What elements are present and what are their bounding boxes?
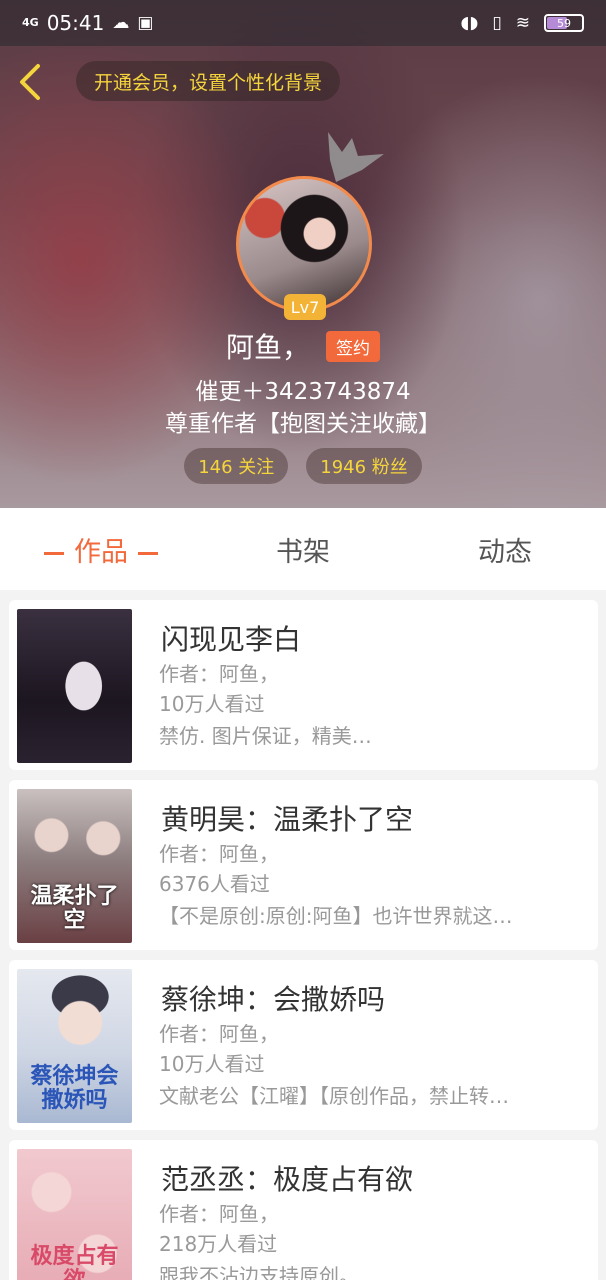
work-description: 文献老公【江曜】【原创作品，禁止转… bbox=[159, 1084, 509, 1108]
work-views: 6376人看过 bbox=[159, 872, 270, 896]
cover-text: 蔡徐坤会撒娇吗 bbox=[30, 1064, 119, 1113]
battery-level: 59 bbox=[557, 16, 571, 30]
tab-works-label: 作品 bbox=[74, 536, 128, 568]
user-name: 阿鱼， bbox=[225, 331, 310, 364]
crown-icon bbox=[328, 132, 384, 182]
tab-activity-label: 动态 bbox=[478, 536, 532, 568]
battery-icon: 59 bbox=[544, 14, 584, 32]
work-author: 作者：阿鱼， bbox=[159, 1202, 279, 1226]
status-bar: 4G 05:41 ☁ ▣ ◖◗ ▯ ≋ 59 bbox=[0, 0, 606, 46]
status-time: 05:41 bbox=[46, 11, 105, 35]
work-description: 跟我不沾边支持原创。 bbox=[159, 1264, 359, 1280]
work-views: 218万人看过 bbox=[159, 1232, 278, 1256]
work-card[interactable]: 闪现见李白 作者：阿鱼， 10万人看过 禁仿. 图片保证，精美… bbox=[9, 600, 598, 770]
work-title[interactable]: 闪现见李白 bbox=[161, 618, 301, 658]
notification-icon: ▣ bbox=[137, 13, 154, 33]
book-cover[interactable]: 极度占有欲 bbox=[17, 1149, 132, 1280]
following-count-button[interactable]: 146 关注 bbox=[184, 448, 289, 484]
bio-line-1: 催更＋3423743874 bbox=[195, 379, 411, 405]
network-indicator: 4G bbox=[22, 16, 39, 29]
work-description: 禁仿. 图片保证，精美… bbox=[159, 724, 372, 748]
works-list: 闪现见李白 作者：阿鱼， 10万人看过 禁仿. 图片保证，精美… 温柔扑了空 黄… bbox=[9, 600, 598, 1280]
level-badge: Lv7 bbox=[284, 294, 326, 320]
vip-background-button[interactable]: 开通会员，设置个性化背景 bbox=[76, 61, 341, 101]
work-card[interactable]: 极度占有欲 范丞丞：极度占有欲 作者：阿鱼， 218万人看过 跟我不沾边支持原创… bbox=[9, 1140, 598, 1280]
book-cover[interactable]: 温柔扑了空 bbox=[17, 789, 132, 943]
tab-indicator-left bbox=[44, 551, 64, 555]
chevron-left-icon bbox=[20, 64, 40, 100]
bio-line-2: 尊重作者【抱图关注收藏】 bbox=[165, 411, 441, 437]
followers-count-button[interactable]: 1946 粉丝 bbox=[306, 448, 422, 484]
tab-indicator-right bbox=[138, 551, 158, 555]
work-card[interactable]: 温柔扑了空 黄明昊：温柔扑了空 作者：阿鱼， 6376人看过 【不是原创:原创:… bbox=[9, 780, 598, 950]
tab-works[interactable]: 作品 bbox=[0, 530, 202, 569]
book-cover[interactable] bbox=[17, 609, 132, 763]
tab-activity[interactable]: 动态 bbox=[404, 530, 606, 569]
tab-bookshelf-label: 书架 bbox=[276, 536, 330, 568]
work-author: 作者：阿鱼， bbox=[159, 1022, 279, 1046]
work-views: 10万人看过 bbox=[159, 1052, 265, 1076]
vibrate-icon: ▯ bbox=[492, 13, 502, 33]
cover-text: 温柔扑了空 bbox=[30, 884, 119, 933]
book-cover[interactable]: 蔡徐坤会撒娇吗 bbox=[17, 969, 132, 1123]
tab-bar: 作品 书架 动态 bbox=[0, 508, 606, 590]
wifi-icon: ≋ bbox=[515, 13, 530, 33]
work-author: 作者：阿鱼， bbox=[159, 842, 279, 866]
work-title[interactable]: 蔡徐坤：会撒娇吗 bbox=[161, 978, 385, 1018]
work-title[interactable]: 黄明昊：温柔扑了空 bbox=[161, 798, 413, 838]
cover-text: 极度占有欲 bbox=[30, 1244, 119, 1280]
avatar[interactable] bbox=[236, 176, 372, 312]
cloud-icon: ☁ bbox=[112, 13, 130, 33]
signed-badge: 签约 bbox=[326, 330, 380, 362]
avatar-container[interactable] bbox=[236, 176, 372, 312]
profile-header: 4G 05:41 ☁ ▣ ◖◗ ▯ ≋ 59 开通会员，设置个性化背景 Lv7 … bbox=[0, 0, 606, 508]
work-description: 【不是原创:原创:阿鱼】也许世界就这… bbox=[159, 904, 513, 928]
tab-bookshelf[interactable]: 书架 bbox=[202, 530, 404, 569]
work-views: 10万人看过 bbox=[159, 692, 265, 716]
back-button[interactable] bbox=[14, 62, 50, 102]
nfc-icon: ◖◗ bbox=[460, 13, 479, 33]
work-title[interactable]: 范丞丞：极度占有欲 bbox=[161, 1158, 413, 1198]
work-card[interactable]: 蔡徐坤会撒娇吗 蔡徐坤：会撒娇吗 作者：阿鱼， 10万人看过 文献老公【江曜】【… bbox=[9, 960, 598, 1130]
work-author: 作者：阿鱼， bbox=[159, 662, 279, 686]
